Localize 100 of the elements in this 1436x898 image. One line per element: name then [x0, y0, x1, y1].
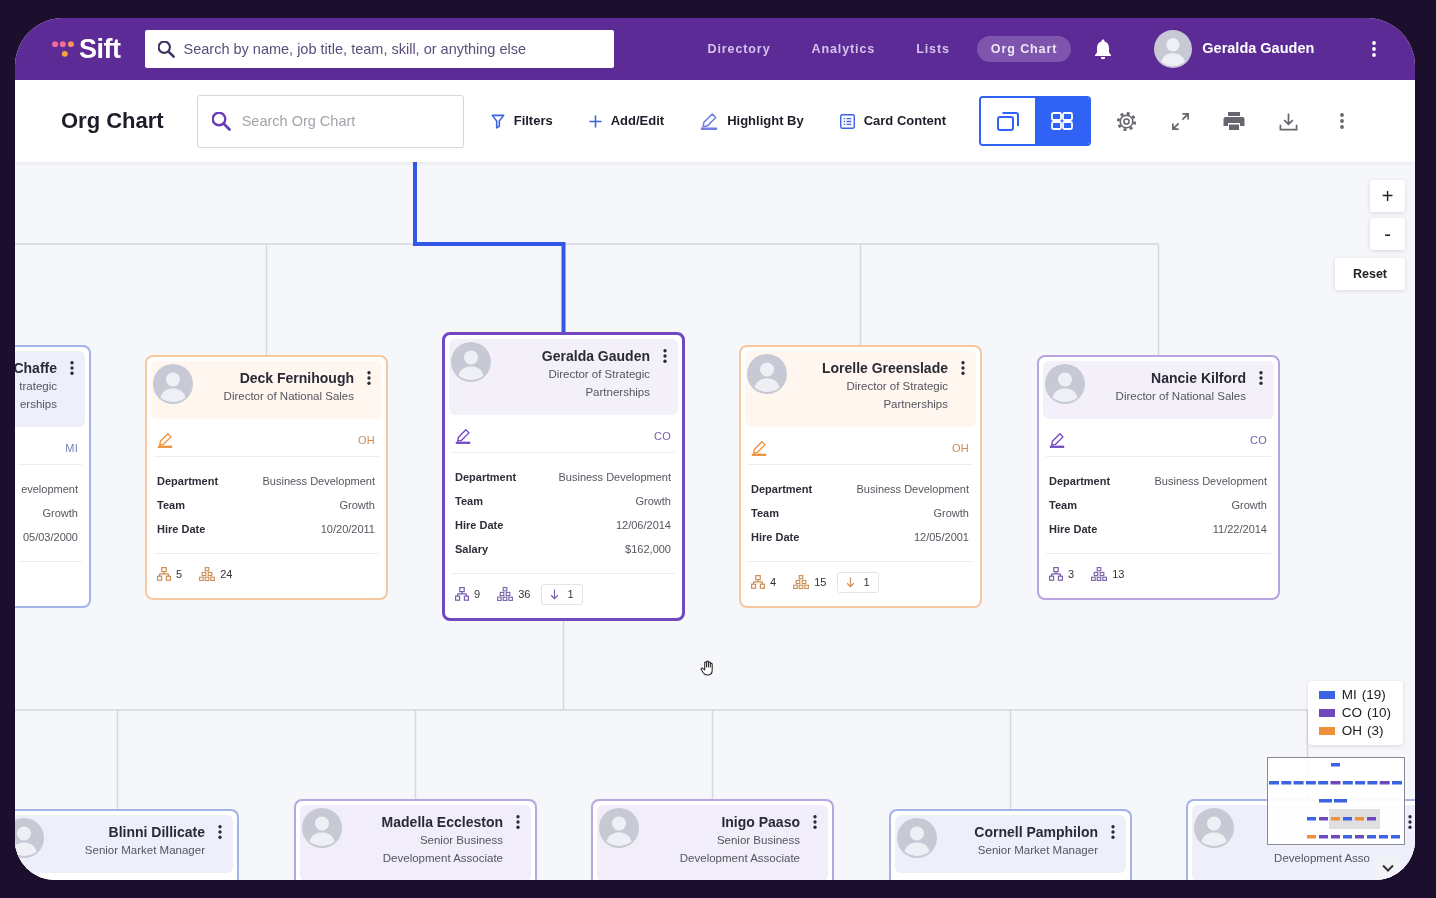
list-icon: [839, 113, 855, 129]
kebab-menu-icon[interactable]: [1111, 825, 1115, 839]
legend-label: OH: [1341, 722, 1362, 740]
search-icon: [211, 111, 231, 131]
expand-icon[interactable]: [1170, 111, 1190, 131]
zoom-out-button[interactable]: -: [1370, 218, 1405, 250]
user-name[interactable]: Geralda Gauden: [1202, 38, 1315, 60]
pencil-icon: [700, 112, 719, 130]
org-chart-icon: [751, 575, 765, 589]
printer-icon[interactable]: [1223, 111, 1246, 131]
person-silhouette-icon: [897, 818, 937, 858]
nav-link[interactable]: Lists: [902, 36, 964, 62]
person-card[interactable]: Madella Eccleston Senior Business Development Associate: [294, 799, 537, 880]
group-tag: OH: [951, 441, 969, 455]
zoom-in-button[interactable]: +: [1370, 180, 1405, 212]
person-card[interactable]: Blinni Dillicate Senior Market Manager: [15, 809, 239, 880]
org-chart-icon: [157, 567, 171, 581]
bell-icon[interactable]: [1093, 38, 1114, 60]
nav-link[interactable]: Org Chart: [976, 36, 1072, 62]
person-name: Cornell Pamphilon: [974, 823, 1098, 841]
person-name: Inigo Paaso: [721, 813, 800, 831]
field-value: evelopment: [21, 482, 78, 497]
download-icon[interactable]: [1278, 111, 1298, 131]
grid-icon[interactable]: [1051, 112, 1074, 130]
total-reports-count: 15: [814, 575, 827, 589]
pending-button[interactable]: 1: [837, 571, 879, 593]
direct-reports-count: 4: [770, 575, 777, 589]
field-value: Business Development: [1154, 474, 1267, 489]
logo-text[interactable]: Sift: [79, 35, 121, 63]
kebab-menu-icon[interactable]: [367, 371, 371, 385]
stacked-squares-icon[interactable]: [997, 111, 1020, 131]
settings-icon[interactable]: [1115, 110, 1137, 132]
legend-count: (19): [1361, 686, 1386, 704]
card-content-button[interactable]: Card Content: [831, 107, 955, 135]
person-card[interactable]: Inigo Paaso Senior Business Development Associate: [591, 799, 834, 880]
field-label: Team: [751, 506, 779, 521]
kebab-menu-icon[interactable]: [1259, 371, 1263, 385]
group-tag: CO: [1249, 433, 1267, 447]
kebab-menu-icon[interactable]: [218, 825, 222, 839]
field-value: Growth: [42, 506, 78, 521]
minimap-drawing[interactable]: [1267, 757, 1405, 845]
search-icon: [157, 40, 175, 58]
field-label: Hire Date: [1049, 522, 1098, 537]
person-silhouette-icon[interactable]: [1154, 30, 1193, 68]
field-value: 12/05/2001: [913, 530, 969, 545]
field-value: 12/06/2014: [615, 518, 671, 533]
chevron-down-icon[interactable]: [1382, 864, 1394, 872]
person-silhouette-icon: [153, 364, 193, 404]
kebab-menu-icon[interactable]: [961, 361, 965, 375]
person-name: Geralda Gauden: [541, 347, 650, 365]
add-edit-button[interactable]: Add/Edit: [580, 107, 673, 135]
nav-link[interactable]: Directory: [693, 36, 785, 62]
field-value: 11/22/2014: [1212, 522, 1267, 537]
pending-button[interactable]: 1: [541, 583, 583, 605]
nav-link[interactable]: Analytics: [797, 36, 890, 62]
kebab-menu-icon[interactable]: [813, 815, 817, 829]
hierarchy-icon: [793, 575, 810, 589]
field-value: 05/03/2000: [22, 530, 78, 545]
grid-view-button[interactable]: [1035, 98, 1090, 144]
job-title: Senior Market Manager: [977, 843, 1098, 858]
field-label: Team: [157, 498, 185, 513]
reset-button[interactable]: Reset: [1335, 258, 1405, 290]
pencil-icon[interactable]: [455, 428, 471, 444]
pencil-icon[interactable]: [1049, 432, 1065, 448]
person-name: Deck Fernihough: [239, 369, 354, 387]
down-arrow-icon: [550, 588, 560, 600]
kebab-menu-icon[interactable]: [1372, 41, 1376, 57]
field-label: Hire Date: [751, 530, 800, 545]
person-card[interactable]: Cornell Pamphilon Senior Market Manager: [889, 809, 1132, 880]
total-reports-count: 24: [220, 567, 233, 581]
job-title: Director of National Sales: [223, 389, 354, 404]
search-field[interactable]: Search by name, job title, team, skill, or anything else: [144, 30, 614, 68]
job-title: Director of Strategic Partnerships: [547, 367, 650, 400]
field-label: Hire Date: [455, 518, 504, 533]
legend-count: (3): [1367, 722, 1384, 740]
hand-cursor-icon: [700, 660, 715, 676]
kebab-menu-icon[interactable]: [1340, 113, 1345, 129]
kebab-menu-icon[interactable]: [516, 815, 520, 829]
kebab-menu-icon[interactable]: [70, 361, 74, 375]
search-field[interactable]: Search Org Chart: [196, 94, 464, 148]
field-label: Team: [455, 494, 483, 509]
person-card[interactable]: Deck Fernihough Director of National Sales OH Department Business Development Team Growth Hire Date 10/20/2011 5 24: [145, 355, 388, 600]
highlight-by-button[interactable]: Highlight By: [692, 106, 812, 136]
field-value: Growth: [1231, 498, 1267, 513]
legend-label: CO: [1341, 704, 1362, 722]
person-card[interactable]: Geralda Gauden Director of Strategic Partnerships CO Department Business Development Team Growth Hire Date 12/06/2014 Salary $162,000 9 36 1: [442, 332, 685, 621]
field-label: Salary: [455, 542, 489, 557]
job-title: Development Asso: [1274, 851, 1370, 866]
field-value: Business Development: [558, 470, 671, 485]
kebab-menu-icon[interactable]: [663, 349, 667, 363]
person-card[interactable]: Lorelle Greenslade Director of Strategic Partnerships OH Department Business Development Team Growth Hire Date 12/05/2001 4 15 1: [739, 345, 982, 608]
job-title: Senior Market Manager: [84, 843, 205, 858]
field-label: Team: [1049, 498, 1077, 513]
group-tag: OH: [357, 433, 375, 447]
person-card[interactable]: Nancie Kilford Director of National Sales CO Department Business Development Team Growth Hire Date 11/22/2014 3 13: [1037, 355, 1280, 600]
filters-button[interactable]: Filters: [482, 107, 561, 135]
filter-icon: [490, 113, 505, 129]
scroll-down-button[interactable]: [1376, 856, 1400, 880]
plus-icon: [588, 114, 602, 128]
job-title: Director of National Sales: [1115, 389, 1246, 404]
